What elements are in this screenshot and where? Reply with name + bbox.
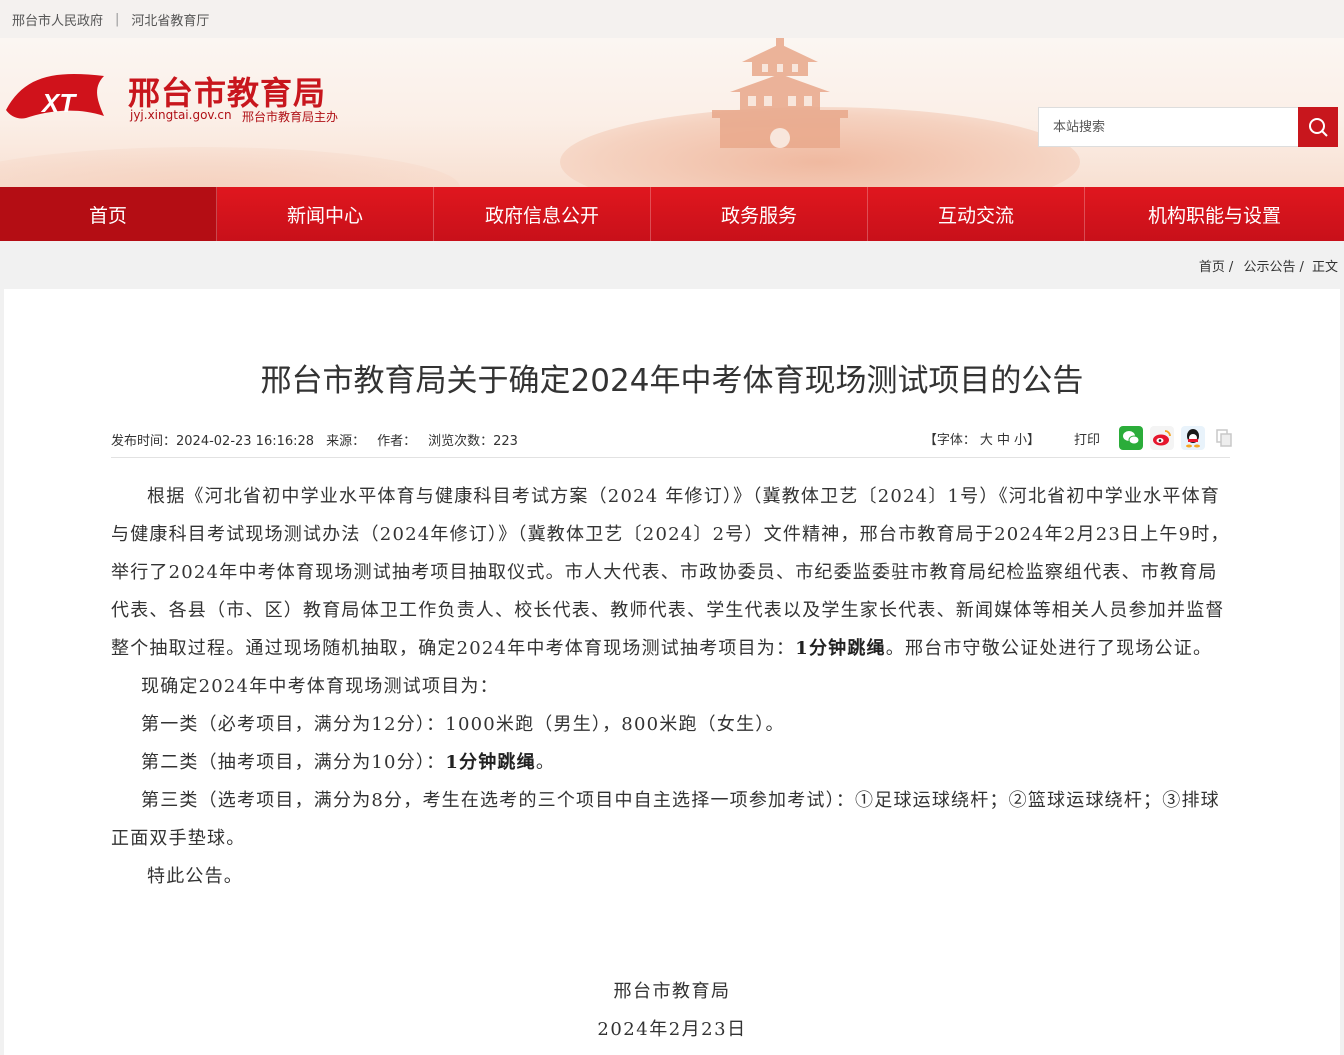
site-sponsor: 邢台市教育局主办 [242,110,339,124]
link-xingtai-government[interactable]: 邢台市人民政府 [12,10,103,29]
tower-illustration [712,38,848,148]
search-icon [1309,118,1328,137]
site-header: XT 邢台市教育局 jyj.xingtai.gov.cn 邢台市教育局主办 [0,38,1344,187]
paragraph: 第二类（抽考项目，满分为10分）：1分钟跳绳。 [111,744,1231,782]
article-tools: 【字体： 大中小】 打印 [924,426,1236,450]
search-input[interactable] [1038,107,1298,147]
breadcrumb-current: 正文 [1311,260,1338,275]
logo-flag-icon: XT [6,73,104,119]
paragraph: 现确定2024年中考体育现场测试项目为： [141,676,499,697]
nav-item-home[interactable]: 首页 [0,187,217,241]
nav-item-organization[interactable]: 机构职能与设置 [1085,187,1344,241]
paragraph-text: 。邢台市守敬公证处进行了现场公证。 [885,638,1213,659]
font-large-button[interactable]: 大 [980,433,993,448]
nav-item-services[interactable]: 政务服务 [651,187,868,241]
paragraph: 根据《河北省初中学业水平体育与健康科目考试方案（2024 年修订）》（冀教体卫艺… [111,478,1231,668]
view-count: 浏览次数：223 [428,434,518,449]
signature-date: 2024年2月23日 [597,1019,747,1040]
article-title: 邢台市教育局关于确定2024年中考体育现场测试项目的公告 [260,363,1084,399]
paragraph: 第一类（必考项目，满分为12分）：1000米跑（男生），800米跑（女生）。 [141,714,785,735]
top-links-bar: 邢台市人民政府 | 河北省教育厅 [0,0,1344,38]
breadcrumb-section[interactable]: 公示公告 [1243,260,1295,275]
share-weibo-button[interactable] [1150,426,1174,450]
search-box [1038,107,1338,147]
font-label: 【字体： [923,432,976,448]
share-wechat-button[interactable] [1119,426,1143,450]
article-meta: 发布时间：2024-02-23 16:16:28 来源： 作者： 浏览次数：22… [111,430,530,449]
qq-icon [1186,429,1200,448]
copy-icon [1216,429,1232,447]
source: 来源： [326,434,366,449]
main-nav: 首页 新闻中心 政府信息公开 政务服务 互动交流 机构职能与设置 [0,187,1344,241]
signature-org: 邢台市教育局 [613,981,731,1002]
breadcrumb-separator: / [1299,260,1304,275]
article-body: 根据《河北省初中学业水平体育与健康科目考试方案（2024 年修订）》（冀教体卫艺… [111,478,1231,896]
emphasis: 1分钟跳绳 [795,638,886,659]
breadcrumb-home[interactable]: 首页 [1199,260,1225,275]
share-qq-button[interactable] [1181,426,1205,450]
paragraph: 第三类（选考项目，满分为8分，考生在选考的三个项目中自主选择一项参加考试）：①足… [111,790,1220,849]
site-domain: jyj.xingtai.gov.cn [130,108,232,122]
article-container: 邢台市教育局关于确定2024年中考体育现场测试项目的公告 发布时间：2024-0… [4,289,1340,1055]
link-hebei-education[interactable]: 河北省教育厅 [131,10,209,29]
print-button[interactable]: 打印 [1074,429,1100,448]
copy-link-button[interactable] [1212,426,1236,450]
header-decoration [0,147,460,187]
paragraph-text: 根据《河北省初中学业水平体育与健康科目考试方案（2024 年修订）》（冀教体卫艺… [111,486,1230,659]
emphasis: 1分钟跳绳 [445,752,536,773]
breadcrumb-separator: / [1228,260,1234,275]
font-size-control: 【字体： 大中小】 [924,429,1040,448]
font-small-button[interactable]: 小 [1014,433,1027,448]
author: 作者： [377,434,417,449]
search-button[interactable] [1298,107,1338,147]
nav-item-info-disclosure[interactable]: 政府信息公开 [434,187,651,241]
publish-time: 发布时间：2024-02-23 16:16:28 [111,434,315,449]
wechat-icon [1123,431,1140,445]
nav-item-interaction[interactable]: 互动交流 [868,187,1085,241]
paragraph-text: 第二类（抽考项目，满分为10分）： [141,752,446,773]
separator: | [115,11,120,27]
divider [111,457,1230,458]
paragraph: 特此公告。 [147,866,243,887]
font-label-end: 】 [1026,432,1040,448]
font-medium-button[interactable]: 中 [997,433,1010,448]
paragraph-text: 。 [535,752,556,773]
weibo-icon [1153,430,1171,446]
breadcrumb: 首页 / 公示公告 / 正文 [1199,256,1338,275]
nav-item-news[interactable]: 新闻中心 [217,187,434,241]
logo-letters: XT [40,88,77,118]
